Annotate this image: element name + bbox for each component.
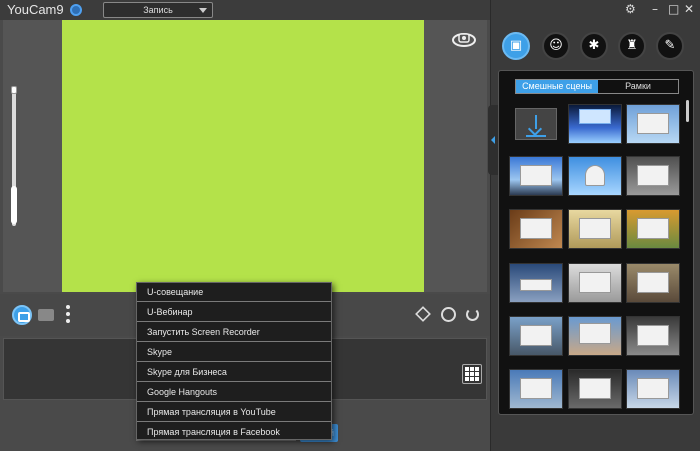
- close-button[interactable]: ✕: [684, 2, 694, 16]
- scene-thumbnail[interactable]: [626, 209, 680, 249]
- menu-item-google-hangouts[interactable]: Google Hangouts: [137, 383, 331, 402]
- category-brush-button[interactable]: ✎: [656, 32, 684, 60]
- tab-frames[interactable]: Рамки: [598, 80, 678, 93]
- scene-thumbnail[interactable]: [509, 209, 563, 249]
- menu-item-skype[interactable]: Skype: [137, 343, 331, 362]
- scene-thumbnail[interactable]: [626, 369, 680, 409]
- scene-icon: ▣: [509, 38, 523, 53]
- tab-funny-scenes[interactable]: Смешные сцены: [516, 80, 598, 93]
- video-mode-button[interactable]: [38, 309, 54, 321]
- grid-view-icon[interactable]: [462, 364, 482, 384]
- zoom-slider-handle[interactable]: [11, 186, 17, 224]
- mode-select[interactable]: Запись: [103, 2, 213, 18]
- scene-thumbnail[interactable]: [568, 209, 622, 249]
- category-scenes-button[interactable]: ▣: [502, 32, 530, 60]
- scene-thumbnail[interactable]: [568, 316, 622, 356]
- effects-scrollbar[interactable]: [686, 100, 689, 122]
- menu-item-skype-business[interactable]: Skype для Бизнеса: [137, 363, 331, 382]
- menu-item-facebook-live[interactable]: Прямая трансляция в Facebook: [137, 423, 331, 442]
- brush-icon: ✎: [664, 38, 676, 53]
- maximize-button[interactable]: □: [668, 2, 679, 16]
- category-particle-button[interactable]: ✱: [580, 32, 608, 60]
- more-options-icon[interactable]: [64, 304, 72, 326]
- menu-item-screen-recorder[interactable]: Запустить Screen Recorder: [137, 323, 331, 342]
- broadcast-menu: U-совещание U-Вебинар Запустить Screen R…: [136, 282, 332, 440]
- download-icon: [526, 135, 546, 137]
- scene-thumbnail[interactable]: [568, 263, 622, 303]
- avatar-icon: ♜: [626, 38, 638, 53]
- effects-tabs: Смешные сцены Рамки: [515, 79, 679, 94]
- face-effect-icon[interactable]: [441, 307, 456, 322]
- category-face-button[interactable]: ☺: [542, 32, 570, 60]
- chevron-down-icon: [199, 8, 207, 13]
- download-more-button[interactable]: [515, 108, 557, 140]
- scene-thumbnail[interactable]: [509, 316, 563, 356]
- app-title: YouCam9: [7, 2, 64, 17]
- settings-icon[interactable]: ⚙: [625, 2, 636, 16]
- scene-thumbnail[interactable]: [509, 263, 563, 303]
- scene-thumbnail[interactable]: [626, 316, 680, 356]
- scene-thumbnail[interactable]: [509, 369, 563, 409]
- menu-item-u-meeting[interactable]: U-совещание: [137, 283, 331, 302]
- face-icon: ☺: [549, 38, 563, 53]
- rotate-camera-icon[interactable]: [451, 30, 477, 48]
- collapse-panel-button[interactable]: [488, 105, 498, 175]
- menu-item-u-webinar[interactable]: U-Вебинар: [137, 303, 331, 322]
- camera-preview: [62, 20, 424, 292]
- scene-thumbnail[interactable]: [568, 104, 622, 144]
- scene-thumbnail[interactable]: [626, 104, 680, 144]
- minimize-button[interactable]: –: [652, 2, 658, 16]
- scene-thumbnail[interactable]: [626, 156, 680, 196]
- scene-thumbnail[interactable]: [626, 263, 680, 303]
- undo-icon[interactable]: [466, 308, 479, 321]
- zoom-slider-cap[interactable]: [11, 86, 17, 94]
- app-menu-icon[interactable]: [70, 4, 82, 16]
- mode-select-value: Запись: [143, 5, 173, 15]
- scene-thumbnail[interactable]: [568, 369, 622, 409]
- scene-thumbnail[interactable]: [509, 156, 563, 196]
- menu-item-youtube-live[interactable]: Прямая трансляция в YouTube: [137, 403, 331, 422]
- category-avatar-button[interactable]: ♜: [618, 32, 646, 60]
- particle-icon: ✱: [588, 38, 600, 53]
- photo-mode-button[interactable]: [12, 305, 32, 325]
- scene-thumbnail[interactable]: [568, 156, 622, 196]
